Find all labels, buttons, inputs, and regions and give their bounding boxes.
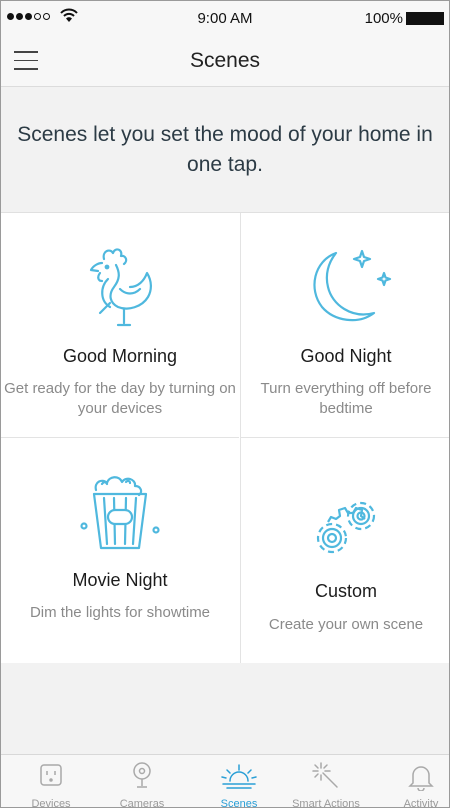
scene-description: Create your own scene [268,616,424,633]
rooster-icon [89,248,152,327]
battery-icon [406,12,444,25]
navigation-bar: Scenes [1,35,449,87]
battery-percentage: 100% [364,10,403,27]
sunrise-icon [221,764,257,789]
gears-icon [316,501,376,554]
scene-description: Turn everything off before bedtime [260,380,432,417]
scene-card-movie-night[interactable]: Movie Night Dim the lights for showtime [1,438,239,663]
tab-label: Smart Actions [292,798,360,808]
scene-card-good-morning[interactable]: Good Morning Get ready for the day by tu… [1,213,239,438]
scene-description: Get ready for the day by turning on your… [4,380,236,417]
scene-card-good-night[interactable]: Good Night Turn everything off before be… [240,213,449,438]
outlet-icon [40,764,62,786]
scene-description: Dim the lights for showtime [29,604,211,621]
scene-title: Good Morning [62,346,178,366]
scene-grid: Good Morning Get ready for the day by tu… [1,213,449,663]
intro-text: Scenes let you set the mood of your home… [17,122,433,176]
bottom-tab-bar: Devices Cameras Scenes Smart Actions Act… [1,754,449,808]
tab-activity[interactable]: Activity [376,755,449,808]
status-bar: 9:00 AM 100% [1,1,449,35]
tab-label: Cameras [119,798,165,808]
popcorn-icon [80,476,160,550]
tab-cameras[interactable]: Cameras [97,755,187,808]
tab-scenes[interactable]: Scenes [194,755,284,808]
scene-title: Custom [314,581,377,601]
scene-card-custom[interactable]: Custom Create your own scene [240,438,449,663]
tab-label: Devices [31,798,71,808]
tab-label: Scenes [220,798,258,808]
tab-devices[interactable]: Devices [6,755,96,808]
tab-label: Activity [403,798,439,808]
bell-icon [408,766,434,791]
scenes-intro: Scenes let you set the mood of your home… [1,87,449,213]
page-title: Scenes [189,49,261,72]
scene-title: Good Night [300,346,392,366]
app-screen: 9:00 AM 100% Scenes Scenes let you set t… [0,0,450,808]
magic-wand-icon [312,762,338,788]
tab-smart-actions[interactable]: Smart Actions [281,755,371,808]
camera-icon [133,762,151,788]
moon-stars-icon [313,249,392,322]
scene-title: Movie Night [72,570,168,590]
